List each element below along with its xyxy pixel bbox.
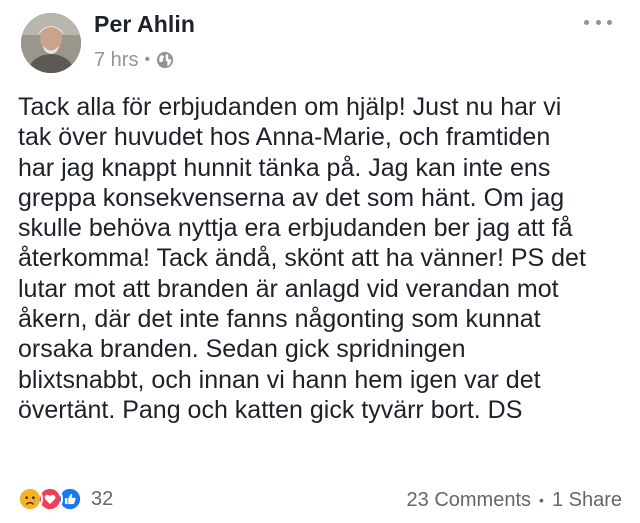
reactions-summary[interactable]: 32 [17, 485, 113, 513]
meta-separator: • [144, 51, 151, 68]
globe-icon[interactable] [156, 51, 174, 69]
post-body: Tack alla för erbjudanden om hjälp! Just… [18, 93, 586, 424]
post-meta: 7 hrs • [94, 47, 174, 73]
comments-count-link[interactable]: 23 Comments [407, 489, 532, 512]
reaction-count: 32 [91, 487, 114, 510]
counts-separator: • [539, 492, 544, 508]
facebook-post: Per Ahlin 7 hrs • Tack alla för erbjudan… [0, 0, 640, 523]
author-name[interactable]: Per Ahlin [94, 11, 195, 38]
post-timestamp[interactable]: 7 hrs [94, 49, 138, 72]
engagement-counts: 23 Comments • 1 Share [407, 487, 622, 513]
avatar[interactable] [21, 13, 81, 73]
sad-icon [17, 486, 43, 512]
more-options-icon[interactable] [584, 12, 612, 32]
shares-count-link[interactable]: 1 Share [552, 489, 622, 512]
